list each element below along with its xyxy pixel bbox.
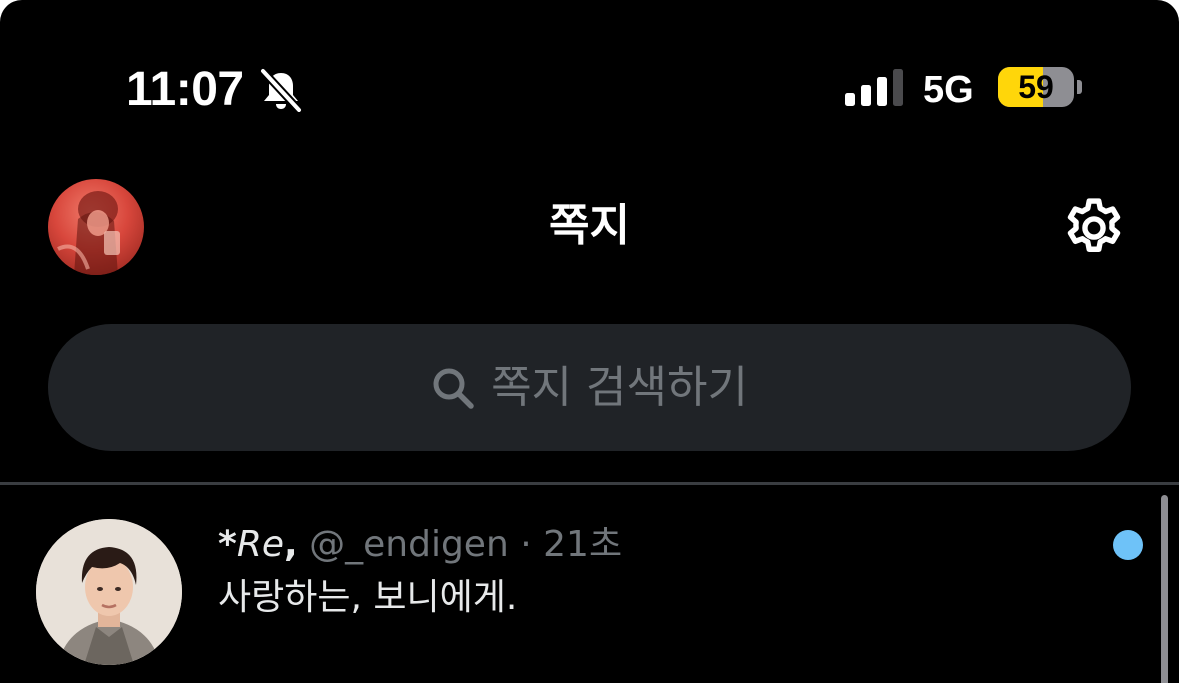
network-type: 5G (923, 69, 974, 111)
gear-icon[interactable] (1060, 194, 1128, 262)
battery-cap (1077, 80, 1082, 94)
unread-indicator (1113, 530, 1143, 560)
conversation-avatar-image (36, 519, 182, 665)
conversation-name: *Re, (218, 524, 298, 565)
bell-slash-icon (259, 68, 303, 112)
status-time: 11:07 (126, 63, 244, 116)
battery-percent: 59 (1018, 69, 1054, 105)
page-title: 쪽지 (549, 200, 630, 251)
signal-bars-icon (845, 69, 903, 106)
conversation-preview: 사랑하는, 보니에게. (218, 577, 518, 618)
conversation-handle: @_endigen (309, 524, 509, 565)
search-icon (433, 368, 474, 409)
search-content: 쪽지 검색하기 (48, 324, 1131, 451)
conversation-header: *Re, @_endigen · 21초 (218, 523, 622, 567)
name-suffix: , (284, 524, 298, 565)
conversation-avatar[interactable] (36, 519, 182, 665)
conversation-time: 21초 (543, 524, 623, 565)
name-prefix: * (218, 524, 237, 565)
messages-screen: 11:07 5G 59 쪽지 쪽지 검색하기 *Re, @_endigen · … (0, 0, 1179, 683)
battery-icon: 59 (998, 67, 1074, 107)
conversation-row[interactable]: *Re, @_endigen · 21초 사랑하는, 보니에게. (0, 485, 1179, 683)
meta-separator: · (520, 524, 532, 565)
name-italic: Re (236, 524, 284, 565)
scrollbar[interactable] (1161, 495, 1168, 683)
search-input[interactable]: 쪽지 검색하기 (48, 324, 1131, 451)
search-placeholder: 쪽지 검색하기 (491, 361, 748, 413)
